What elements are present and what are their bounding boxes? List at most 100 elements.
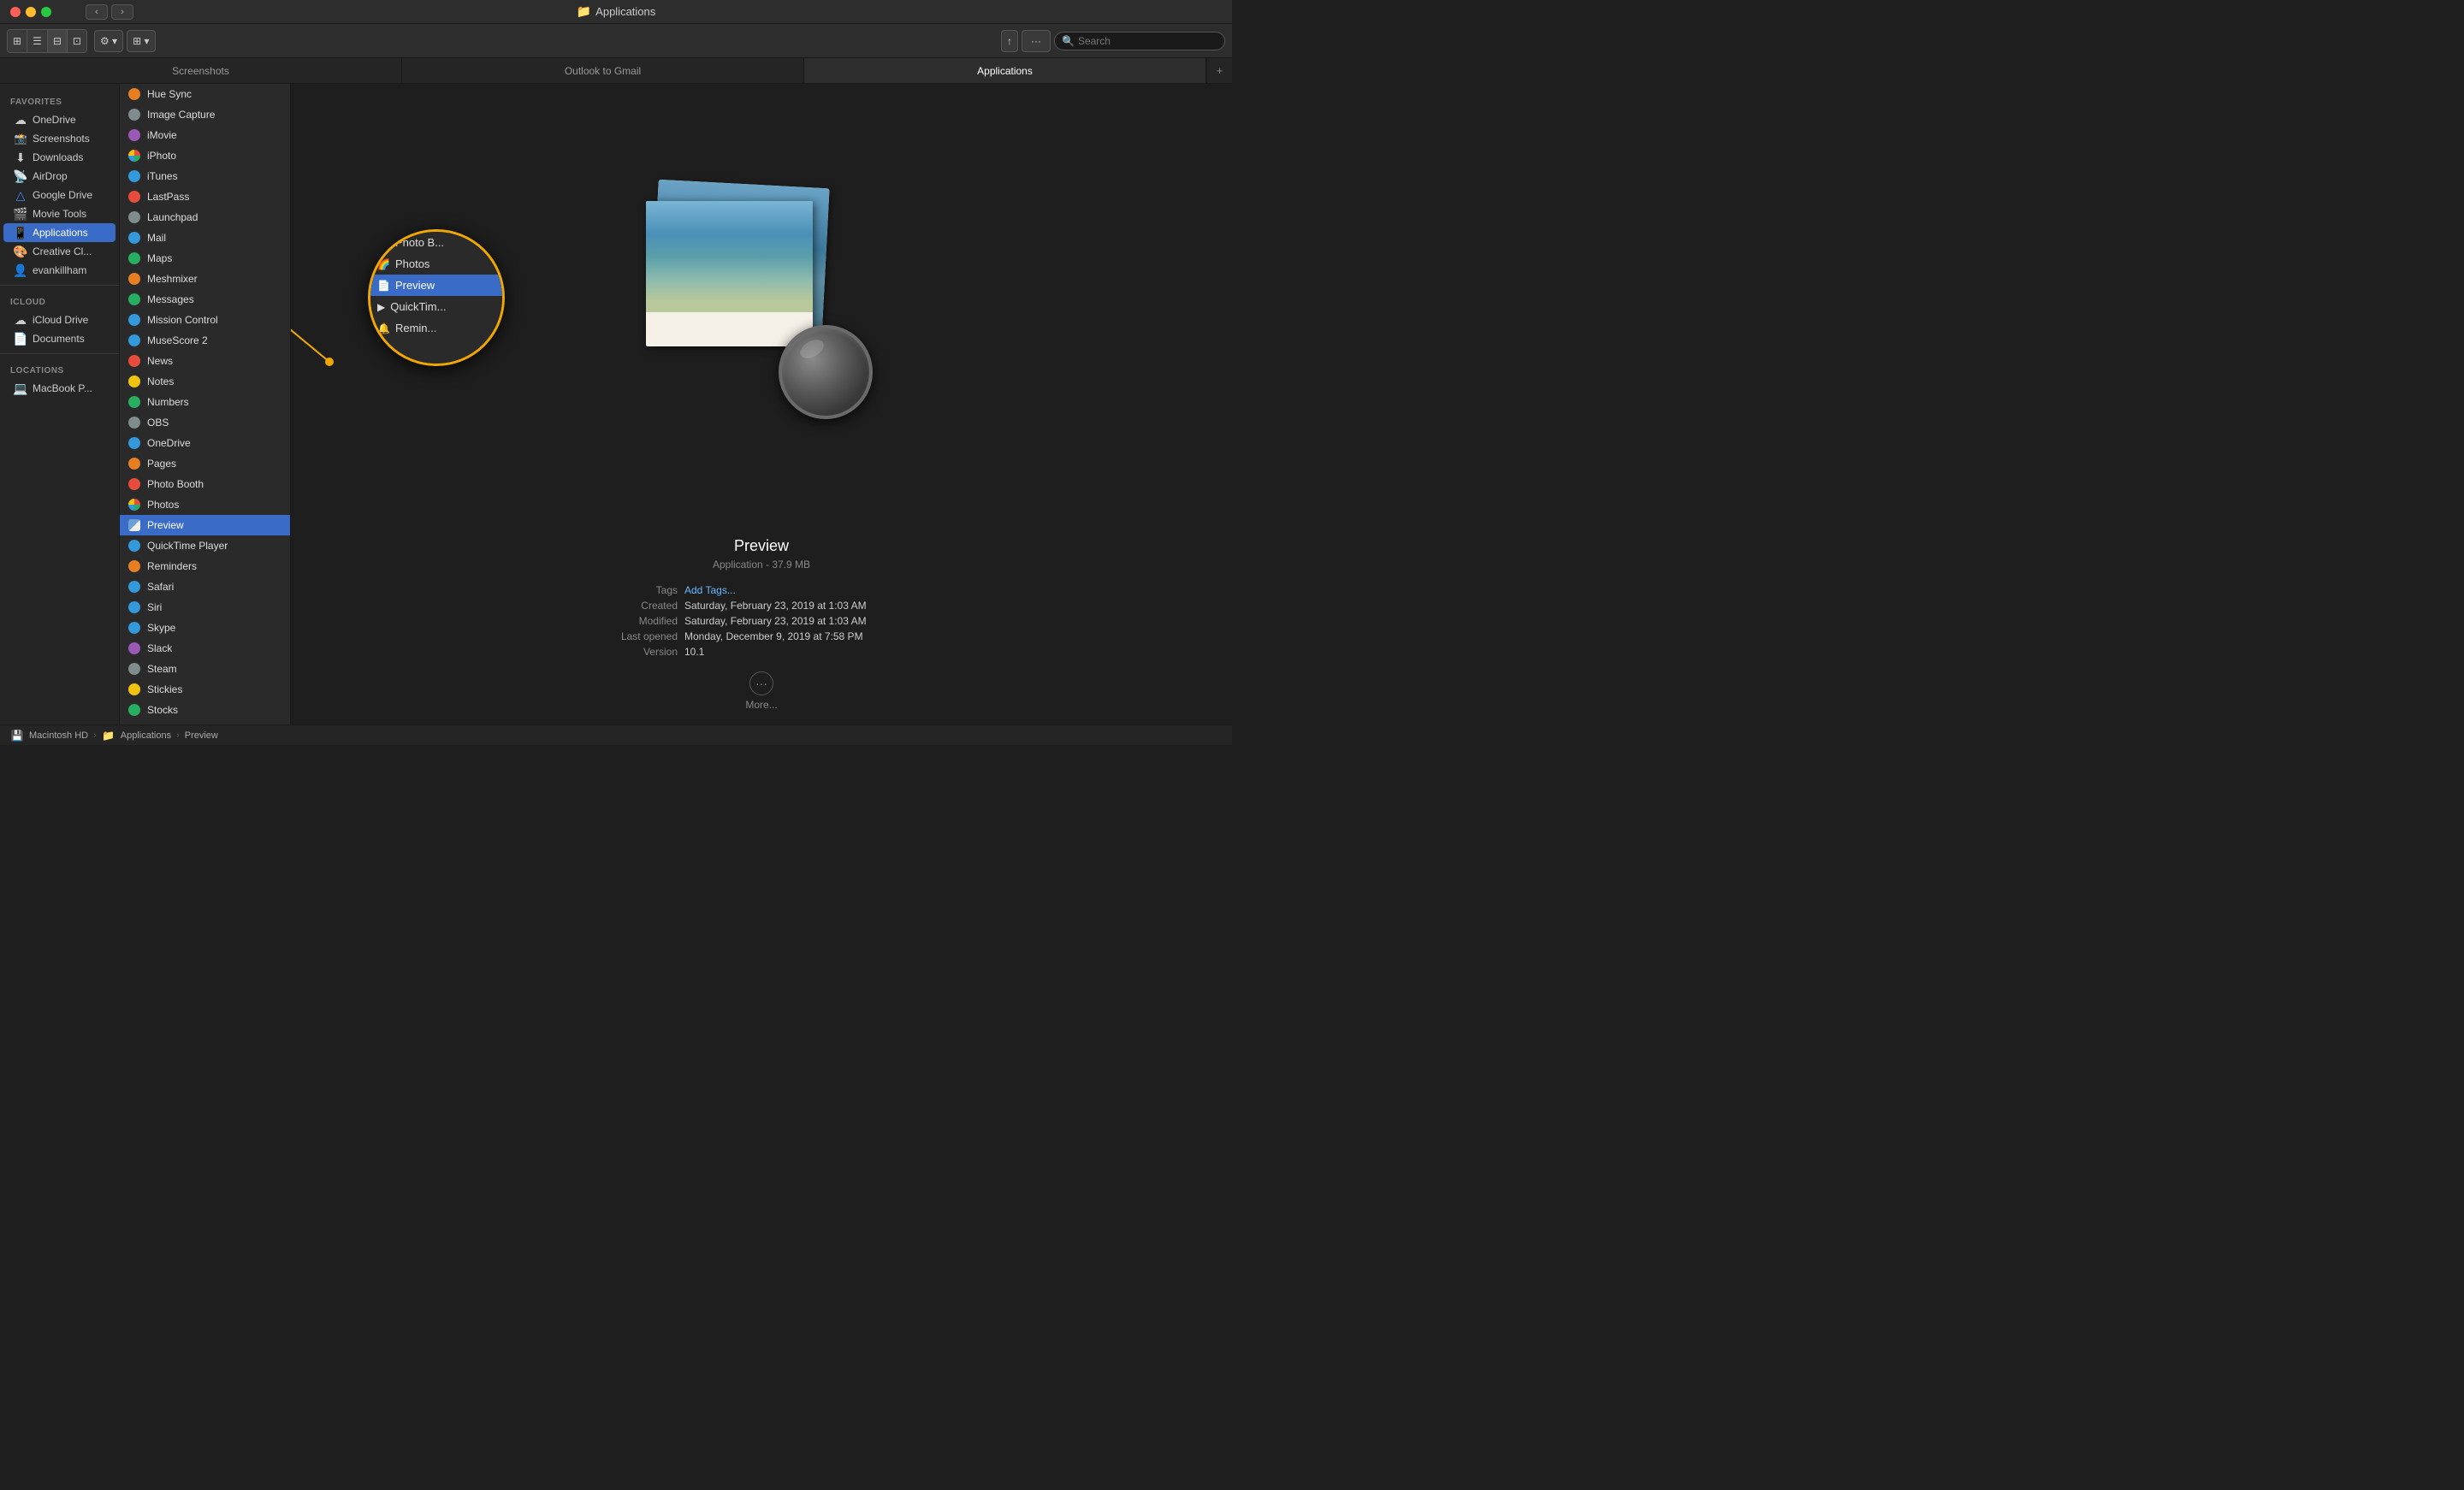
file-item-preview[interactable]: Preview <box>120 515 290 535</box>
group-button[interactable]: ⊞ ▾ <box>127 30 155 52</box>
file-item-iphoto[interactable]: iPhoto <box>120 145 290 166</box>
tags-value[interactable]: Add Tags... <box>684 584 941 596</box>
file-item-steam[interactable]: Steam <box>120 659 290 679</box>
file-label-steam: Steam <box>147 663 177 675</box>
version-label: Version <box>582 646 684 658</box>
stocks-icon <box>128 704 140 716</box>
applications-icon: 📱 <box>14 226 27 239</box>
icon-view-button[interactable]: ⊞ <box>8 30 27 52</box>
tab-outlook[interactable]: Outlook to Gmail <box>402 58 804 83</box>
file-label-slack: Slack <box>147 642 172 654</box>
file-item-itunes[interactable]: iTunes <box>120 166 290 186</box>
breadcrumb-applications[interactable]: Applications <box>121 730 171 741</box>
file-item-news[interactable]: News <box>120 351 290 371</box>
quicktime-icon <box>128 540 140 552</box>
file-item-stocks[interactable]: Stocks <box>120 700 290 720</box>
file-item-mission-control[interactable]: Mission Control <box>120 310 290 330</box>
file-item-photo-booth[interactable]: Photo Booth <box>120 474 290 494</box>
sidebar-label-onedrive: OneDrive <box>33 114 76 126</box>
preview-image-area <box>291 84 1232 523</box>
file-item-lastpass[interactable]: LastPass <box>120 186 290 207</box>
modified-label: Modified <box>582 615 684 627</box>
breadcrumb-macintosh[interactable]: Macintosh HD <box>29 730 88 741</box>
file-item-imovie[interactable]: iMovie <box>120 125 290 145</box>
sidebar-item-documents[interactable]: 📄 Documents <box>3 329 116 348</box>
locations-section-label: Locations <box>0 359 119 379</box>
more-button[interactable]: ··· More... <box>308 671 1215 711</box>
file-label-mission-control: Mission Control <box>147 314 218 326</box>
sidebar-label-documents: Documents <box>33 333 85 345</box>
back-button[interactable]: ‹ <box>86 4 108 20</box>
sidebar-item-google-drive[interactable]: △ Google Drive <box>3 186 116 204</box>
file-item-numbers[interactable]: Numbers <box>120 392 290 412</box>
file-item-pages[interactable]: Pages <box>120 453 290 474</box>
sidebar-item-macbook[interactable]: 💻 MacBook P... <box>3 379 116 398</box>
file-item-notes[interactable]: Notes <box>120 371 290 392</box>
file-item-musescore[interactable]: MuseScore 2 <box>120 330 290 351</box>
sidebar-divider-1 <box>0 285 119 286</box>
notes-icon <box>128 375 140 387</box>
file-item-meshmixer[interactable]: Meshmixer <box>120 269 290 289</box>
minimize-button[interactable] <box>26 7 36 17</box>
file-item-siri[interactable]: Siri <box>120 597 290 618</box>
lastpass-icon <box>128 191 140 203</box>
nav-buttons: ‹ › <box>86 4 133 20</box>
file-item-safari[interactable]: Safari <box>120 576 290 597</box>
file-item-photos[interactable]: Photos <box>120 494 290 515</box>
file-item-image-capture[interactable]: Image Capture <box>120 104 290 125</box>
search-input[interactable] <box>1078 35 1217 47</box>
sidebar-item-creative-cloud[interactable]: 🎨 Creative Cl... <box>3 242 116 261</box>
add-tab-button[interactable]: + <box>1206 58 1232 83</box>
column-view-button[interactable]: ⊟ <box>48 30 68 52</box>
sidebar-item-downloads[interactable]: ⬇ Downloads <box>3 148 116 167</box>
file-label-siri: Siri <box>147 601 162 613</box>
file-label-preview: Preview <box>147 519 184 531</box>
cover-view-button[interactable]: ⊡ <box>68 30 86 52</box>
sidebar-item-airdrop[interactable]: 📡 AirDrop <box>3 167 116 186</box>
file-item-quicktime[interactable]: QuickTime Player <box>120 535 290 556</box>
actions-button[interactable]: ⚙ ▾ <box>94 30 123 52</box>
stickies-icon <box>128 683 140 695</box>
file-label-reminders: Reminders <box>147 560 197 572</box>
imovie-icon <box>128 129 140 141</box>
tab-applications[interactable]: Applications <box>804 58 1206 83</box>
file-item-stickies[interactable]: Stickies <box>120 679 290 700</box>
file-item-onedrive-app[interactable]: OneDrive <box>120 433 290 453</box>
file-label-photo-booth: Photo Booth <box>147 478 204 490</box>
forward-button[interactable]: › <box>111 4 133 20</box>
sidebar-item-screenshots[interactable]: 📸 Screenshots <box>3 129 116 148</box>
file-item-obs[interactable]: OBS <box>120 412 290 433</box>
mail-icon <box>128 232 140 244</box>
screenshots-icon: 📸 <box>14 132 27 145</box>
file-item-reminders[interactable]: Reminders <box>120 556 290 576</box>
pages-icon <box>128 458 140 470</box>
last-opened-row: Last opened Monday, December 9, 2019 at … <box>308 630 1215 642</box>
share-button[interactable]: ↑ <box>1001 30 1018 52</box>
sidebar-item-evankillham[interactable]: 👤 evankillham <box>3 261 116 280</box>
file-item-messages[interactable]: Messages <box>120 289 290 310</box>
preview-subtitle: Application - 37.9 MB <box>308 559 1215 571</box>
breadcrumb-preview[interactable]: Preview <box>185 730 218 741</box>
tab-screenshots[interactable]: Screenshots <box>0 58 402 83</box>
file-item-mail[interactable]: Mail <box>120 228 290 248</box>
file-item-slack[interactable]: Slack <box>120 638 290 659</box>
title-bar: ‹ › 📁 Applications <box>0 0 1232 24</box>
file-item-maps[interactable]: Maps <box>120 248 290 269</box>
file-label-iphoto: iPhoto <box>147 150 176 162</box>
file-item-launchpad[interactable]: Launchpad <box>120 207 290 228</box>
file-item-syncios[interactable]: Syncios <box>120 720 290 724</box>
messages-icon <box>128 293 140 305</box>
file-item-hue-sync[interactable]: Hue Sync <box>120 84 290 104</box>
file-label-launchpad: Launchpad <box>147 211 198 223</box>
maximize-button[interactable] <box>41 7 51 17</box>
sidebar-item-movie-tools[interactable]: 🎬 Movie Tools <box>3 204 116 223</box>
list-view-button[interactable]: ☰ <box>27 30 48 52</box>
sidebar-item-applications[interactable]: 📱 Applications <box>3 223 116 242</box>
more-button[interactable]: ··· <box>1022 30 1051 52</box>
user-icon: 👤 <box>14 263 27 277</box>
close-button[interactable] <box>10 7 21 17</box>
sidebar-item-onedrive[interactable]: ☁ OneDrive <box>3 110 116 129</box>
file-item-skype[interactable]: Skype <box>120 618 290 638</box>
sidebar-item-icloud-drive[interactable]: ☁ iCloud Drive <box>3 310 116 329</box>
search-box[interactable]: 🔍 <box>1054 32 1225 50</box>
